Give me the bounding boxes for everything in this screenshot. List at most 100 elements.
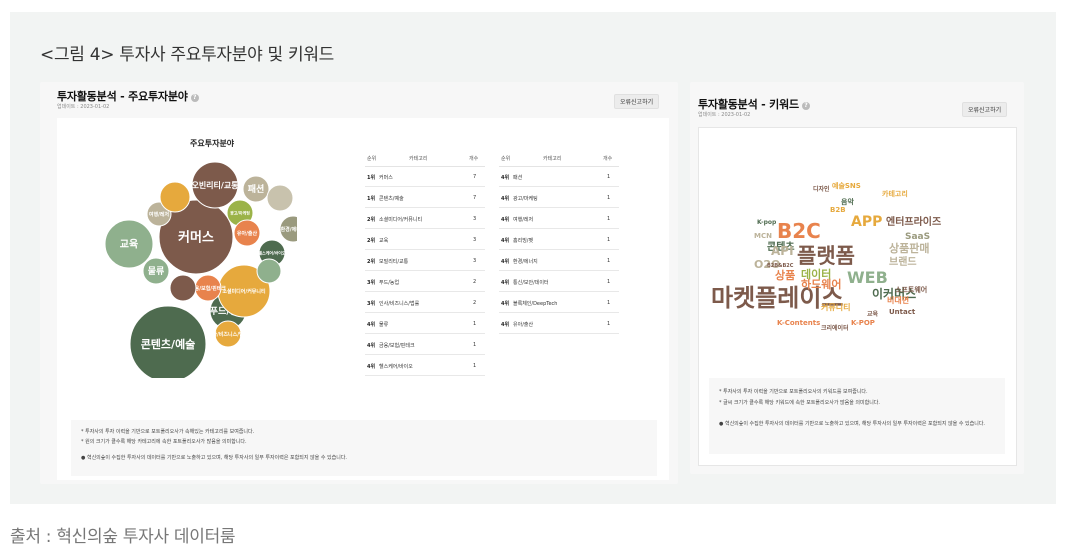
table-row[interactable]: 2위 모빌리티/교통 3: [365, 250, 485, 271]
keyword[interactable]: B2B&B2C: [767, 263, 794, 269]
category-cell: 여행/레저: [513, 217, 534, 223]
bubble-label: 패션: [248, 183, 265, 195]
report-error-button[interactable]: 오류신고하기: [614, 94, 660, 109]
rank-cell: 4위: [501, 322, 510, 328]
keyword[interactable]: 음악: [841, 197, 854, 206]
keyword[interactable]: 소프트웨어: [895, 285, 927, 294]
keyword[interactable]: 카테고리: [882, 189, 908, 198]
keyword[interactable]: 비대면: [887, 295, 909, 305]
table-row[interactable]: 4위 패션 1: [499, 166, 619, 187]
note-line: ● 혁신의숲이 수집한 투자사의 데이터를 기반으로 노출하고 있으며, 해당 …: [719, 419, 995, 429]
table-row[interactable]: 4위 통신/보안/데이터 1: [499, 271, 619, 292]
keyword[interactable]: 크리에이터: [821, 324, 849, 332]
keyword[interactable]: 디자인: [813, 185, 830, 193]
count-cell: 1: [607, 195, 611, 201]
keyword[interactable]: 플랫폼: [797, 244, 855, 268]
help-icon[interactable]: ?: [801, 102, 810, 110]
count-cell: 2: [473, 279, 477, 285]
rank-cell: 2위: [367, 238, 376, 244]
keyword[interactable]: K-Contents: [777, 319, 820, 327]
table-row[interactable]: 3위 푸드/농업 2: [365, 271, 485, 292]
keyword[interactable]: 커뮤니티: [821, 302, 850, 312]
table-row[interactable]: 4위 헬스케어/바이오 1: [365, 355, 485, 376]
category-cell: 홈리빙/펫: [513, 238, 534, 244]
bubble[interactable]: [256, 258, 282, 284]
category-cell: 통신/보안/데이터: [513, 280, 549, 286]
word-cloud: 마켓플레이스플랫폼B2C APPWEB이커머스하드웨어엔터프라이즈상품판매콘텐츠브…: [711, 181, 941, 332]
table-row[interactable]: 4위 금융/보험/핀테크 1: [365, 334, 485, 355]
category-cell: 모빌리티/교통: [379, 259, 409, 265]
bubble[interactable]: [266, 184, 294, 212]
keyword-panel-date: 업데이트 : 2023-01-02: [698, 112, 751, 118]
keyword[interactable]: K-pop: [757, 219, 777, 226]
keyword[interactable]: SaaS: [905, 232, 930, 242]
bubble-label: 교육: [120, 239, 138, 251]
table-row[interactable]: 1위 콘텐츠/예술 7: [365, 187, 485, 208]
table-row[interactable]: 4위 물류 1: [365, 313, 485, 334]
rank-cell: 4위: [367, 364, 376, 370]
keyword[interactable]: 상품판매: [889, 241, 929, 255]
category-cell: 광고/마케팅: [513, 196, 538, 202]
table-row[interactable]: 1위 커머스 7: [365, 166, 485, 187]
bubble[interactable]: [159, 181, 191, 213]
table-row[interactable]: 3위 인사/비즈니스/법률 2: [365, 292, 485, 313]
rank-cell: 2위: [367, 217, 376, 223]
keyword[interactable]: K-POP: [851, 319, 875, 327]
source-caption: 출처 : 혁신의숲 투자사 데이터룸: [10, 527, 236, 547]
keyword[interactable]: 상품: [775, 268, 795, 282]
category-cell: 콘텐츠/예술: [379, 196, 404, 202]
table-row[interactable]: 2위 소셜미디어/커뮤니티 3: [365, 208, 485, 229]
rank-cell: 4위: [501, 259, 510, 265]
table-row[interactable]: 4위 환경/에너지 1: [499, 250, 619, 271]
keyword[interactable]: Untact: [889, 308, 916, 316]
count-cell: 3: [473, 258, 477, 264]
category-cell: 환경/에너지: [513, 259, 538, 265]
category-cell: 푸드/농업: [379, 280, 400, 286]
rank-cell: 3위: [367, 280, 376, 286]
note-line: * 원의 크기가 클수록 해당 카테고리에 속한 포트폴리오사가 많음을 의미합…: [81, 439, 247, 445]
keyword[interactable]: 브랜드: [889, 255, 917, 268]
keyword-notes: * 투자사의 투자 이력을 기반으로 포트폴리오사의 키워드를 보여줍니다. *…: [709, 378, 1005, 454]
bubble-label: 유아/출산: [237, 230, 258, 237]
bubble-label: 광고/마케팅: [230, 209, 250, 215]
category-cell: 패션: [513, 175, 523, 181]
focus-panel: 투자활동분석 - 주요투자분야? 업데이트 : 2023-01-02 오류신고하…: [40, 82, 678, 484]
category-cell: 헬스케어/바이오: [379, 364, 413, 370]
keyword[interactable]: 예술SNS: [832, 181, 861, 190]
keyword[interactable]: APP: [851, 214, 882, 230]
keyword[interactable]: 엔터프라이즈: [886, 215, 941, 228]
keyword[interactable]: MCN: [754, 232, 772, 240]
table-row[interactable]: 4위 블록체인/DeepTech 1: [499, 292, 619, 313]
figure-title: <그림 4> 투자사 주요투자분야 및 키워드: [40, 45, 335, 65]
bubble-label: 인사/비즈니스/법률: [208, 331, 249, 338]
table-header: 순위 카테고리 개수: [499, 150, 619, 167]
keyword-panel-title: 투자활동분석 - 키워드?: [698, 96, 810, 112]
table-row[interactable]: 4위 여행/레저 1: [499, 208, 619, 229]
count-cell: 1: [607, 174, 611, 180]
table-row[interactable]: 2위 교육 3: [365, 229, 485, 250]
table-row[interactable]: 4위 광고/마케팅 1: [499, 187, 619, 208]
bubble[interactable]: [169, 274, 197, 302]
table-row[interactable]: 4위 유아/출산 1: [499, 313, 619, 334]
category-cell: 교육: [379, 238, 389, 244]
keyword[interactable]: WEB: [847, 268, 888, 287]
header-rank: 순위: [367, 156, 377, 162]
table-row[interactable]: 4위 홈리빙/펫 1: [499, 229, 619, 250]
report-error-button[interactable]: 오류신고하기: [962, 102, 1008, 117]
category-cell: 금융/보험/핀테크: [379, 343, 415, 349]
bubble-label: 소셜미디어/커뮤니티: [222, 288, 266, 295]
bubble-label: 헬스케어/바이오: [258, 249, 286, 255]
count-cell: 7: [473, 195, 477, 201]
help-icon[interactable]: ?: [190, 94, 199, 102]
note-line: * 투자사의 투자 이력을 기반으로 포트폴리오사가 속해있는 카테고리를 보여…: [81, 429, 255, 435]
rank-cell: 4위: [501, 175, 510, 181]
keyword[interactable]: 교육: [867, 310, 879, 318]
focus-card: 주요투자분야 커머스 콘텐츠/예술 교육 오빈리티/교통 패션 푸드/농업 소셜미디어/커뮤…: [57, 118, 669, 480]
keyword[interactable]: B2B: [830, 206, 846, 214]
rank-cell: 3위: [367, 301, 376, 307]
keyword[interactable]: B2C: [777, 219, 821, 243]
keyword[interactable]: 데이터: [801, 267, 831, 281]
keyword[interactable]: API: [771, 244, 794, 258]
header-count: 개수: [469, 156, 479, 162]
category-cell: 소셜미디어/커뮤니티: [379, 217, 423, 223]
